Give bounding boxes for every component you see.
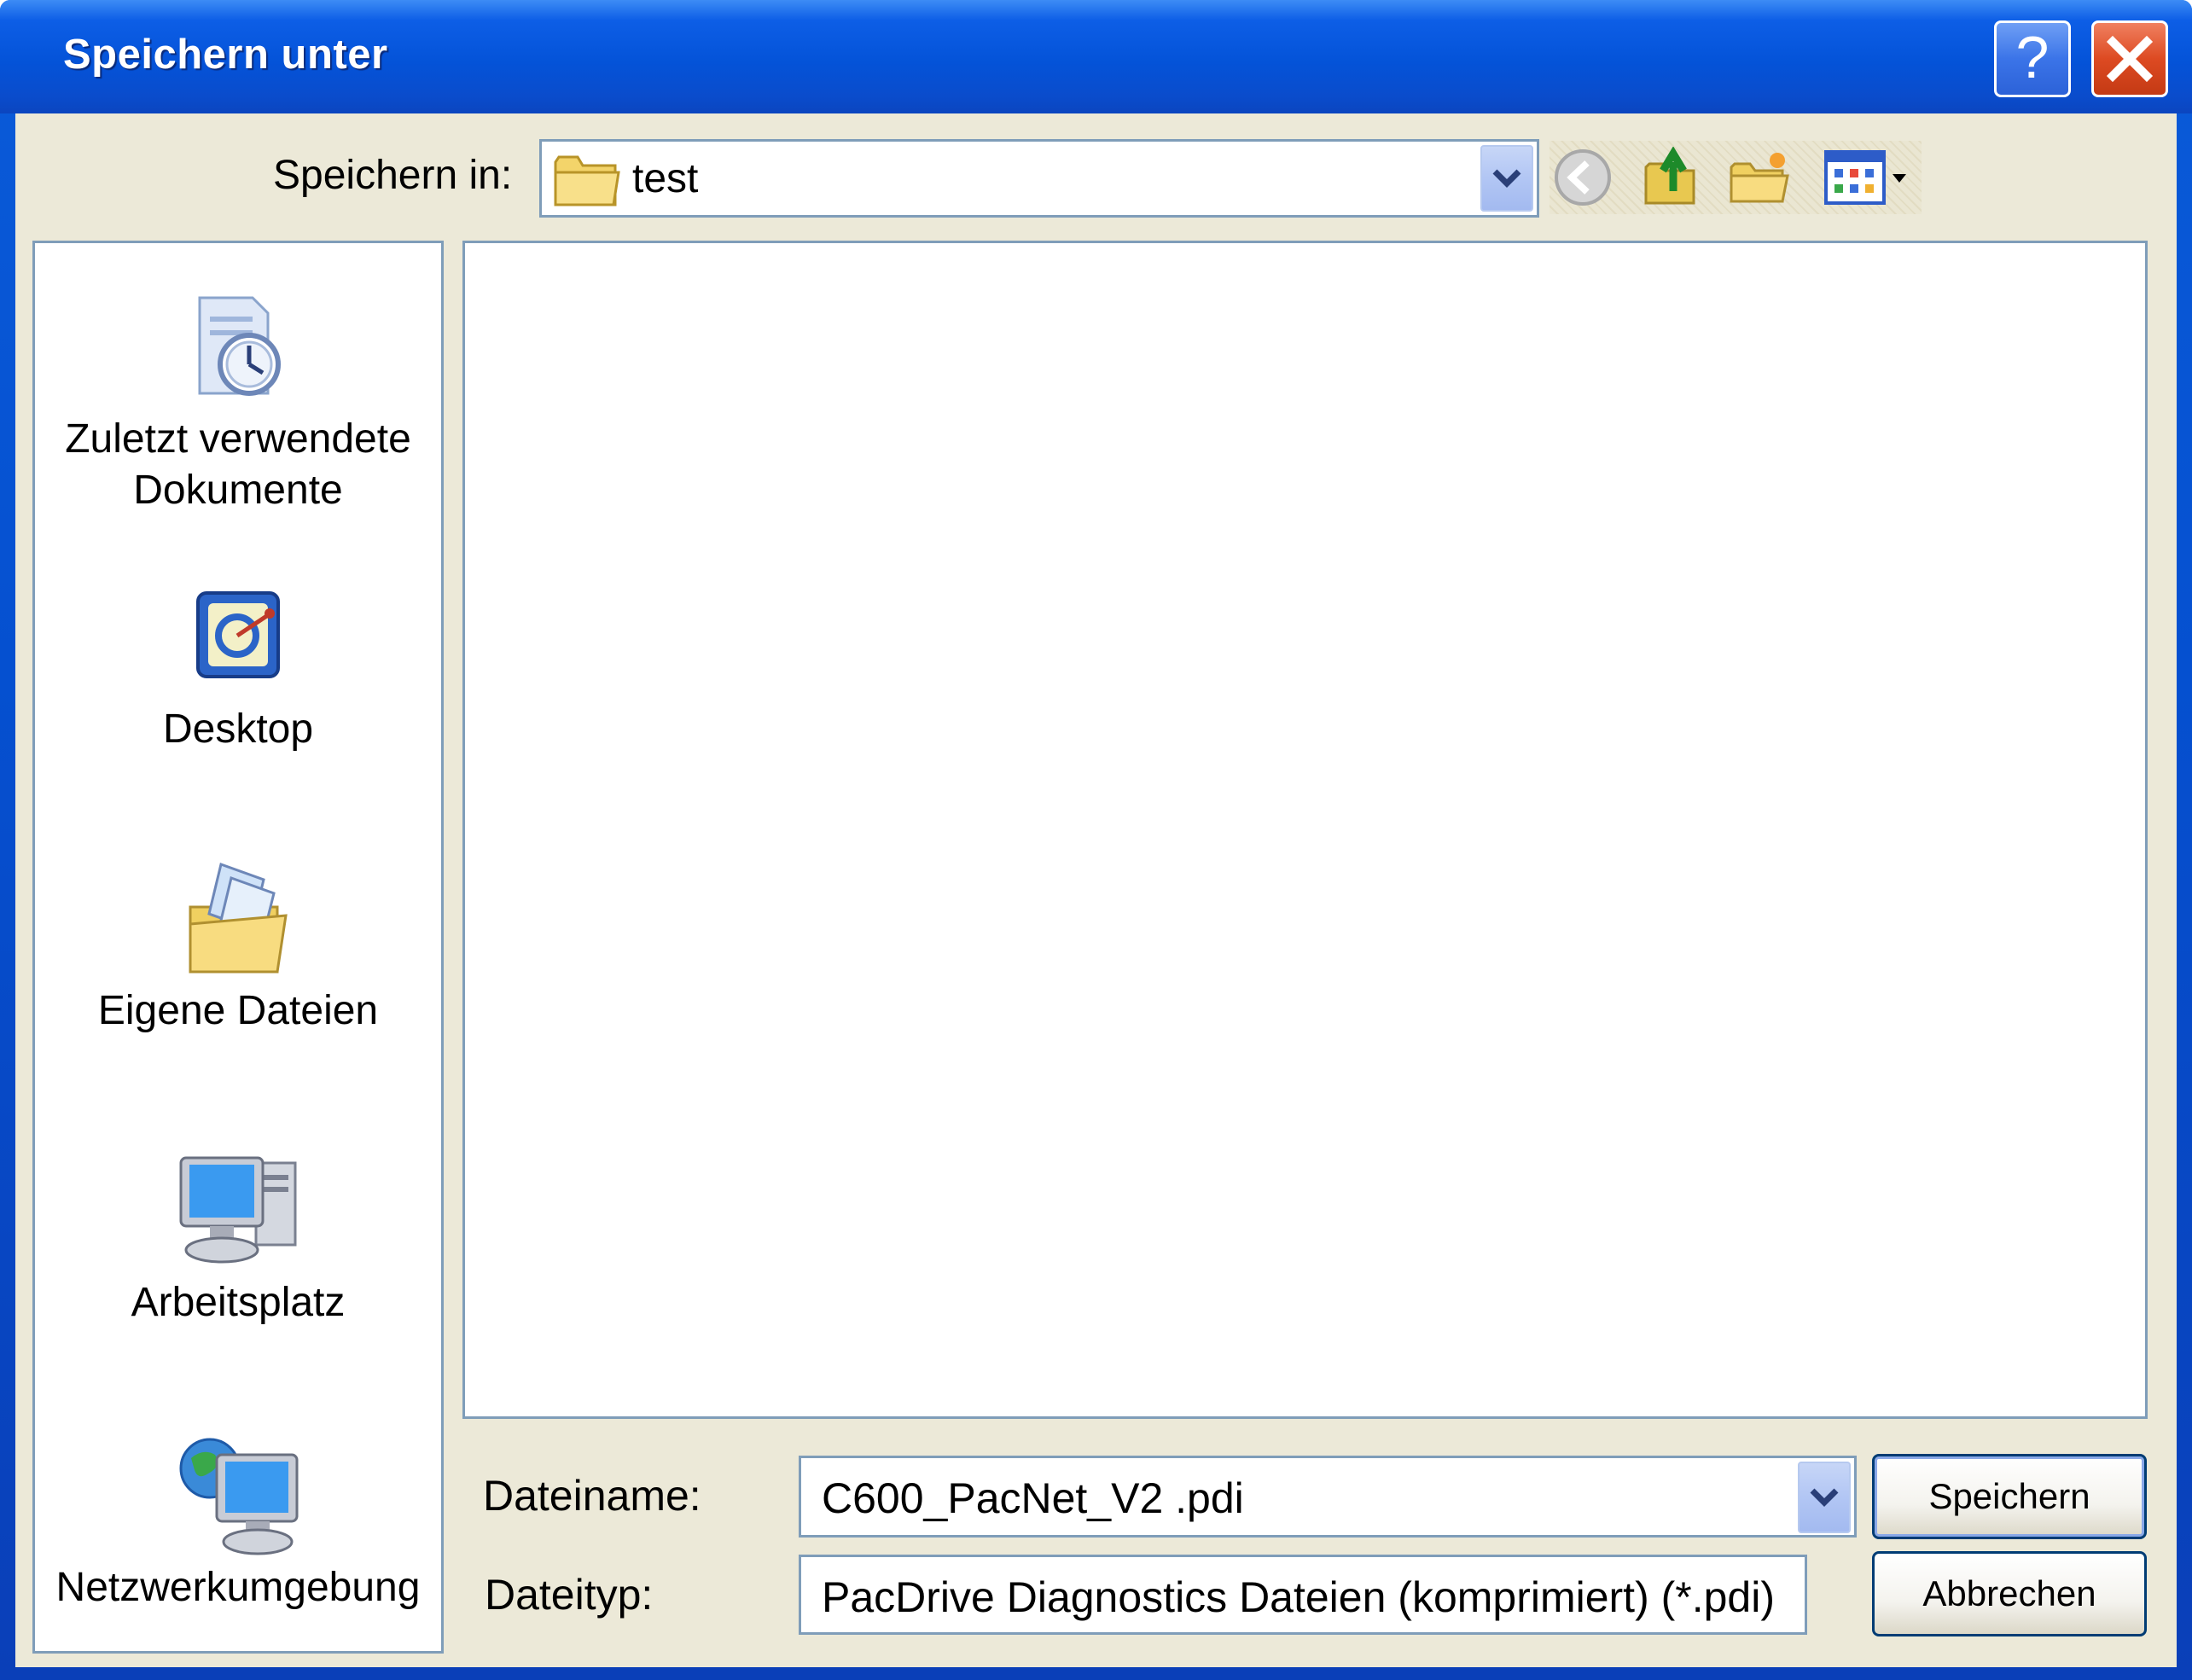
desktop-icon — [196, 591, 280, 678]
filename-input[interactable]: C600_PacNet_V2 .pdi — [822, 1474, 1244, 1523]
filename-dropdown-button[interactable] — [1798, 1462, 1851, 1533]
cancel-button-label: Abbrechen — [1922, 1573, 2096, 1613]
save-button-label: Speichern — [1928, 1476, 2090, 1516]
place-label: Eigene Dateien — [97, 988, 379, 1033]
lookin-label: Speichern in: — [273, 153, 513, 198]
chevron-down-icon — [1492, 169, 1521, 188]
place-my-documents[interactable]: Eigene Dateien — [35, 856, 441, 1037]
lookin-combobox[interactable]: test — [539, 139, 1539, 218]
recent-documents-icon — [198, 296, 281, 396]
my-computer-icon — [179, 1156, 297, 1264]
place-my-computer[interactable]: Arbeitsplatz — [35, 1151, 441, 1328]
lookin-value: test — [632, 156, 699, 201]
lookin-dropdown-button[interactable] — [1480, 145, 1533, 212]
new-folder-button[interactable] — [1727, 145, 1794, 210]
place-label: Desktop — [162, 706, 314, 752]
back-button[interactable] — [1550, 145, 1616, 210]
save-button[interactable]: Speichern — [1872, 1454, 2147, 1539]
place-recent-documents[interactable]: Zuletzt verwendete Dokumente — [35, 291, 441, 516]
filetype-value: PacDrive Diagnostics Dateien (komprimier… — [822, 1573, 1775, 1621]
network-places-icon — [179, 1438, 299, 1555]
my-documents-icon — [189, 863, 288, 974]
cancel-button[interactable]: Abbrechen — [1872, 1551, 2147, 1636]
save-as-dialog: Speichern unter ? Speichern in: test Zul… — [0, 0, 2192, 1680]
place-desktop[interactable]: Desktop — [35, 581, 441, 755]
close-icon — [2106, 35, 2154, 83]
back-arrow-icon — [1555, 149, 1611, 206]
places-bar: Zuletzt verwendete Dokumente Desktop Eig… — [32, 241, 444, 1654]
new-folder-icon — [1730, 153, 1789, 203]
up-folder-button[interactable] — [1638, 145, 1705, 210]
view-menu-icon — [1824, 150, 1906, 205]
chevron-down-icon — [1810, 1488, 1839, 1507]
dialog-title: Speichern unter — [63, 32, 388, 78]
filename-combobox[interactable]: C600_PacNet_V2 .pdi — [799, 1456, 1857, 1538]
help-button[interactable]: ? — [1994, 20, 2071, 97]
filename-label: Dateiname: — [483, 1472, 701, 1520]
file-list-view[interactable] — [462, 241, 2148, 1419]
place-label: Zuletzt verwendete — [65, 416, 411, 462]
filetype-combobox[interactable]: PacDrive Diagnostics Dateien (komprimier… — [799, 1555, 1807, 1635]
view-menu-button[interactable] — [1821, 145, 1915, 210]
folder-icon — [554, 155, 620, 206]
place-network[interactable]: Netzwerkumgebung — [35, 1433, 441, 1613]
title-bar[interactable]: Speichern unter ? — [0, 0, 2192, 113]
up-folder-icon — [1644, 147, 1695, 205]
place-label: Netzwerkumgebung — [55, 1565, 421, 1610]
place-label: Arbeitsplatz — [131, 1280, 346, 1325]
filetype-label: Dateityp: — [485, 1571, 654, 1619]
place-label-line2: Dokumente — [133, 468, 343, 513]
help-icon: ? — [2015, 24, 2050, 90]
navigation-toolbar — [1550, 141, 1922, 214]
close-button[interactable] — [2091, 20, 2168, 97]
